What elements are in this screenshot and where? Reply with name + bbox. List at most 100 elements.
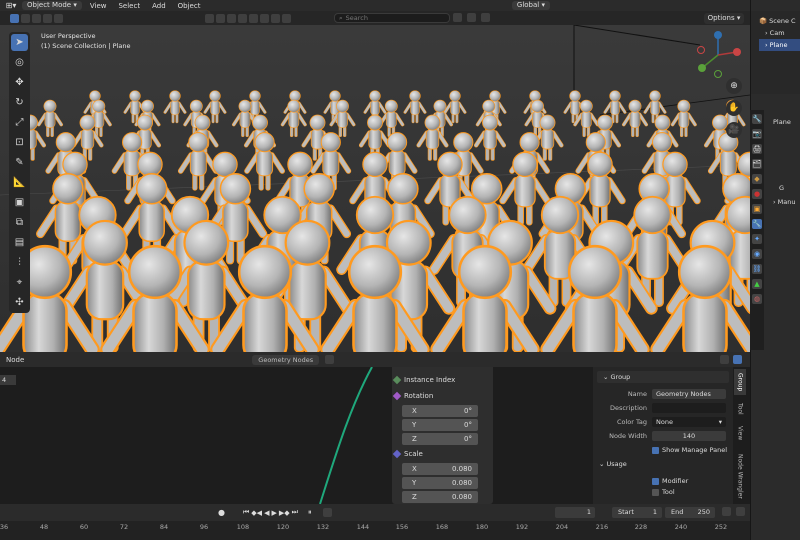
scale-y-field[interactable]: Y 0.080 (402, 477, 478, 489)
current-frame-field[interactable]: 1 (555, 507, 595, 518)
shading-material-icon[interactable] (271, 13, 280, 23)
rotate-tool-icon[interactable]: ↻ (11, 94, 28, 111)
tab-tool[interactable]: Tool (734, 399, 746, 419)
search-input[interactable]: ⌕ Search (334, 13, 450, 23)
manage-panel[interactable]: › Manu (773, 198, 800, 206)
inset-tool-icon[interactable]: ▤ (11, 234, 28, 251)
shield-icon[interactable] (481, 13, 490, 22)
rotation-y-field[interactable]: Y 0° (402, 419, 478, 431)
annotate-tool-icon[interactable]: ✎ (11, 154, 28, 171)
select-subtract-button[interactable] (32, 13, 41, 23)
visibility-icon[interactable] (205, 13, 214, 23)
tool-checkbox[interactable] (652, 489, 659, 496)
shading-rendered-icon[interactable] (282, 13, 291, 23)
scene-tab-icon[interactable]: ◆ (752, 174, 762, 184)
particles-tab-icon[interactable]: ✦ (752, 234, 762, 244)
rotation-z-field[interactable]: Z 0° (402, 433, 478, 445)
modifier-checkbox[interactable] (652, 478, 659, 485)
editor-type-icon[interactable]: ⊞▾ (4, 1, 18, 10)
transform-tool-icon[interactable]: ⊡ (11, 134, 28, 151)
color-tag-dropdown[interactable]: None ▾ (652, 417, 726, 427)
gizmo-toggle-icon[interactable] (733, 355, 742, 364)
modifier-tab-icon[interactable]: 🔧 (752, 219, 762, 229)
gizmo-toggle-icon[interactable] (216, 13, 225, 23)
play-icon[interactable]: ▶ (271, 508, 276, 517)
rotation-x-field[interactable]: X 0° (402, 405, 478, 417)
add-cube-tool-icon[interactable]: ▣ (11, 194, 28, 211)
group-panel-header[interactable]: ⌄ Group (597, 371, 729, 383)
output-tab-icon[interactable]: 🖨 (752, 144, 762, 154)
extrude-tool-icon[interactable]: ⧉ (11, 214, 28, 231)
scale-z-field[interactable]: Z 0.080 (402, 491, 478, 503)
name-field[interactable]: Geometry Nodes (652, 389, 726, 399)
next-key-icon[interactable]: ▶◆ (279, 508, 290, 517)
filter-icon[interactable] (453, 13, 462, 22)
spin-tool-icon[interactable]: ✣ (11, 294, 28, 311)
y-axis-icon[interactable] (698, 64, 706, 72)
shear-tool-icon[interactable]: ⌖ (11, 274, 28, 291)
xray-toggle-icon[interactable] (238, 13, 247, 23)
instance-index-socket[interactable]: Instance Index (392, 373, 493, 387)
render-tab-icon[interactable]: 📷 (752, 129, 762, 139)
show-manage-panel-checkbox[interactable] (652, 447, 659, 454)
shading-solid-icon[interactable] (260, 13, 269, 23)
outliner-root[interactable]: 📦 Scene C (759, 15, 800, 27)
material-tab-icon[interactable]: ◍ (752, 294, 762, 304)
tool-tab-icon[interactable]: 🔧 (752, 114, 762, 124)
jump-end-icon[interactable]: ⏭ (292, 508, 298, 517)
select-invert-button[interactable] (43, 13, 52, 23)
jump-start-icon[interactable]: ⏮ (243, 508, 249, 517)
menu-select[interactable]: Select (114, 2, 144, 10)
prev-key-icon[interactable]: ◆◀ (251, 508, 262, 517)
transform-orientation-dropdown[interactable]: Global ▾ (511, 1, 550, 10)
object-tab-icon[interactable]: ▣ (752, 204, 762, 214)
pin-icon[interactable] (325, 355, 335, 364)
zoom-icon[interactable]: ⊕ (726, 78, 742, 94)
start-frame-field[interactable]: Start 1 (612, 507, 662, 518)
timeline-filter-icon[interactable] (722, 507, 731, 516)
cursor-tool-icon[interactable]: ◎ (11, 54, 28, 71)
z-axis-icon[interactable] (714, 31, 722, 39)
menu-add[interactable]: Add (148, 2, 170, 10)
auto-key-icon[interactable] (323, 508, 333, 517)
data-tab-icon[interactable]: ▲ (752, 279, 762, 289)
end-frame-field[interactable]: End 250 (665, 507, 715, 518)
overlay-toggle-icon[interactable] (720, 355, 729, 364)
move-tool-icon[interactable]: ✥ (11, 74, 28, 91)
tab-node-wrangler[interactable]: Node Wrangler (734, 451, 746, 501)
menu-view[interactable]: View (86, 2, 111, 10)
x-axis-icon[interactable] (733, 48, 741, 56)
overlay-toggle-icon[interactable] (227, 13, 236, 23)
select-tool-icon[interactable]: ➤ (11, 34, 28, 51)
node-width-field[interactable]: 140 (652, 431, 726, 441)
scale-socket[interactable]: Scale (392, 447, 493, 461)
navigation-gizmo[interactable] (693, 30, 743, 80)
view-layer-tab-icon[interactable]: 🗂 (752, 159, 762, 169)
pan-hand-icon[interactable]: ✋ (726, 100, 742, 116)
node-menu[interactable]: Node (6, 356, 24, 364)
neg-y-axis-icon[interactable] (714, 70, 722, 78)
measure-tool-icon[interactable]: 📐 (11, 174, 28, 191)
outliner-item-camera[interactable]: › Cam (759, 27, 800, 39)
outliner-item-plane[interactable]: › Plane (759, 39, 800, 51)
scale-x-field[interactable]: X 0.080 (402, 463, 478, 475)
tab-group[interactable]: Group (734, 369, 746, 395)
camera-view-icon[interactable]: 🎥 (726, 122, 742, 138)
3d-viewport[interactable] (0, 25, 750, 352)
object-mode-dropdown[interactable]: Object Mode ▾ (22, 1, 82, 10)
neg-x-axis-icon[interactable] (697, 46, 705, 54)
select-intersect-button[interactable] (54, 13, 63, 23)
funnel-icon[interactable] (467, 13, 476, 22)
world-tab-icon[interactable]: ● (752, 189, 762, 199)
timeline-ruler[interactable]: 36 48 60 72 84 96 108 120 132 144 156 16… (0, 521, 750, 540)
menu-object[interactable]: Object (174, 2, 205, 10)
modifier-name[interactable]: G (779, 184, 800, 192)
select-extend-button[interactable] (21, 13, 30, 23)
loopcut-tool-icon[interactable]: ⫶ (11, 254, 28, 271)
tab-view[interactable]: View (734, 423, 746, 443)
options-button[interactable]: Options ▾ (704, 13, 744, 24)
constraints-tab-icon[interactable]: ⛓ (752, 264, 762, 274)
select-box-button[interactable] (10, 13, 19, 23)
usage-panel-header[interactable]: ⌄ Usage (599, 460, 627, 468)
record-icon[interactable]: ● (218, 508, 225, 517)
